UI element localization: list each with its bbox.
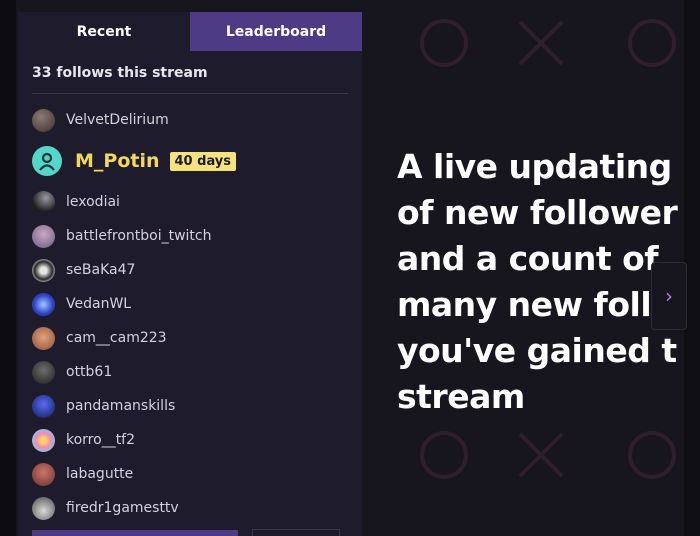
left-edge [0, 0, 16, 536]
follow-count: 33 follows this stream [32, 65, 208, 81]
follower-name: labagutte [66, 466, 134, 482]
list-item[interactable]: cam__cam223 [32, 321, 362, 355]
avatar [32, 326, 55, 350]
follower-name: battlefrontboi_twitch [66, 228, 212, 244]
follower-name: seBaKa47 [66, 262, 136, 278]
avatar [32, 394, 55, 418]
list-item[interactable]: firedr1gamesttv [32, 491, 362, 525]
followers-panel: Recent Leaderboard 33 follows this strea… [18, 12, 362, 536]
follower-name: lexodiai [66, 194, 120, 210]
avatar [32, 360, 55, 384]
follower-name: ottb61 [66, 364, 113, 380]
follower-name: VelvetDelirium [66, 112, 169, 128]
list-item[interactable]: lexodiai [32, 185, 362, 219]
avatar [32, 496, 55, 520]
primary-action-button[interactable] [32, 530, 238, 536]
list-item[interactable]: VelvetDelirium [32, 103, 362, 137]
avatar [32, 258, 55, 282]
secondary-action-button[interactable] [252, 529, 340, 536]
feature-description: A live updating of new follower and a co… [397, 147, 678, 416]
tab-bar: Recent Leaderboard [18, 12, 362, 51]
list-item[interactable]: korro__tf2 [32, 423, 362, 457]
avatar [32, 462, 55, 486]
follower-name: pandamanskills [66, 398, 176, 414]
tab-recent[interactable]: Recent [18, 12, 190, 51]
list-item[interactable]: seBaKa47 [32, 253, 362, 287]
list-item[interactable]: ottb61 [32, 355, 362, 389]
followers-list: VelvetDelirium M_Potin 40 days lexodiai … [18, 94, 362, 525]
avatar [32, 292, 55, 316]
avatar [32, 190, 55, 214]
tab-leaderboard[interactable]: Leaderboard [190, 12, 362, 51]
avatar [32, 108, 55, 132]
follower-name: VedanWL [66, 296, 132, 312]
list-item[interactable]: VedanWL [32, 287, 362, 321]
follower-name: firedr1gamesttv [66, 500, 179, 516]
chevron-right-icon[interactable]: › [651, 262, 687, 330]
avatar [32, 428, 55, 452]
follower-name: korro__tf2 [66, 432, 136, 448]
user-icon [32, 146, 62, 176]
list-item[interactable]: battlefrontboi_twitch [32, 219, 362, 253]
featured-follower[interactable]: M_Potin 40 days [32, 137, 362, 185]
avatar [32, 224, 55, 248]
list-item[interactable]: labagutte [32, 457, 362, 491]
follow-duration-badge: 40 days [169, 151, 237, 171]
follower-name: cam__cam223 [66, 330, 167, 346]
featured-name: M_Potin [75, 150, 160, 172]
list-item[interactable]: pandamanskills [32, 389, 362, 423]
